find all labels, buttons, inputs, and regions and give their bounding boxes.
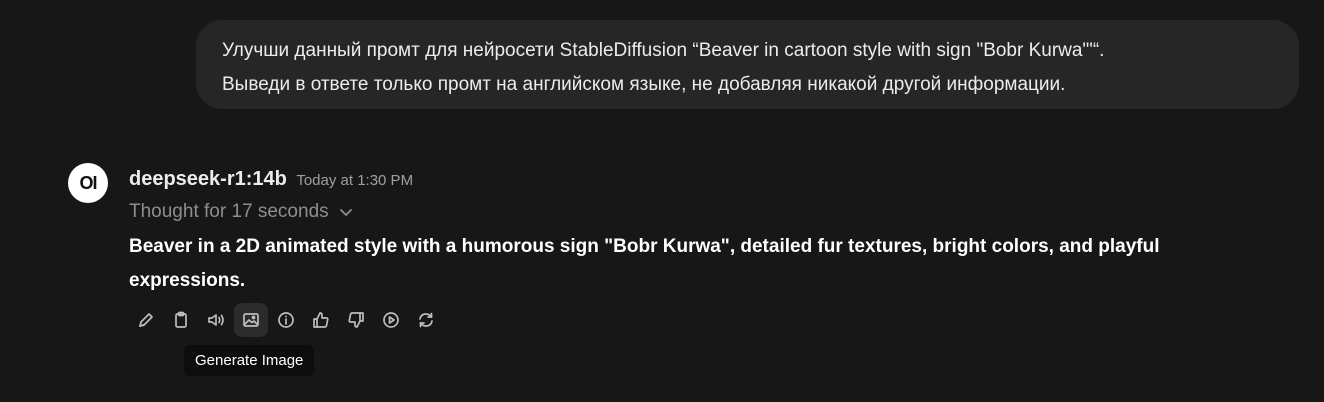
info-button[interactable] — [269, 303, 303, 337]
message-toolbar — [129, 303, 443, 337]
thought-toggle[interactable]: Thought for 17 seconds — [129, 201, 353, 223]
model-name: deepseek-r1:14b — [129, 168, 287, 190]
regenerate-button[interactable] — [409, 303, 443, 337]
thought-label: Thought for 17 seconds — [129, 201, 329, 222]
message-header: deepseek-r1:14b Today at 1:30 PM — [129, 168, 413, 191]
image-icon — [243, 313, 259, 327]
tooltip: Generate Image — [184, 345, 315, 376]
user-message-bubble: Улучши данный промт для нейросети Stable… — [196, 20, 1299, 109]
play-icon — [383, 312, 399, 328]
edit-button[interactable] — [129, 303, 163, 337]
chevron-down-icon — [339, 209, 352, 216]
pencil-icon — [139, 313, 153, 327]
thumbs-up-icon — [313, 312, 329, 328]
user-message-line-2: Выведи в ответе только промт на английск… — [222, 74, 1066, 95]
user-message-line-1: Улучши данный промт для нейросети Stable… — [222, 40, 1105, 61]
copy-button[interactable] — [164, 303, 198, 337]
generate-image-button[interactable] — [234, 303, 268, 337]
message-timestamp: Today at 1:30 PM — [296, 172, 414, 189]
read-aloud-button[interactable] — [199, 303, 233, 337]
continue-response-button[interactable] — [374, 303, 408, 337]
assistant-response: Beaver in a 2D animated style with a hum… — [129, 236, 1160, 291]
clipboard-icon — [175, 311, 187, 328]
speaker-icon — [208, 314, 224, 326]
refresh-icon — [419, 312, 433, 328]
bad-response-button[interactable] — [339, 303, 373, 337]
good-response-button[interactable] — [304, 303, 338, 337]
info-icon — [278, 312, 294, 328]
thumbs-down-icon — [348, 312, 364, 328]
model-avatar: OI — [68, 163, 108, 203]
